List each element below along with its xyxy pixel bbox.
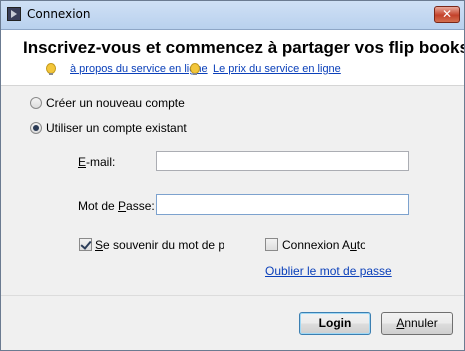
email-input[interactable] <box>156 151 409 171</box>
create-account-label[interactable]: Créer un nouveau compte <box>46 96 185 110</box>
login-dialog: Connexion ✕ Inscrivez-vous et commencez … <box>0 0 465 351</box>
lightbulb-icon <box>190 63 200 75</box>
cancel-text: nnuler <box>404 316 438 330</box>
existing-account-label[interactable]: Utiliser un compte existant <box>46 121 187 135</box>
password-label-text: asse: <box>126 199 155 213</box>
title-bar[interactable]: Connexion ✕ <box>1 1 464 30</box>
remember-password-label[interactable]: Se souvenir du mot de passe <box>95 238 224 252</box>
email-label-text: -mail: <box>86 155 116 169</box>
auto-login-label[interactable]: Connexion Automatique <box>282 238 365 252</box>
forgot-password-link[interactable]: Oublier le mot de passe <box>265 264 392 278</box>
password-label: Mot de Passe: <box>78 199 155 213</box>
auto-login-checkbox[interactable] <box>265 238 278 251</box>
password-input[interactable] <box>156 194 409 215</box>
create-account-radio[interactable] <box>30 97 42 109</box>
cancel-button[interactable]: Annuler <box>381 312 453 335</box>
header-banner: Inscrivez-vous et commencez à partager v… <box>1 30 464 86</box>
email-label-hotkey: E <box>78 155 87 169</box>
login-button[interactable]: Login <box>299 312 371 335</box>
close-button[interactable]: ✕ <box>434 6 460 23</box>
password-label-hotkey: P <box>118 199 127 213</box>
existing-account-radio[interactable] <box>30 122 42 134</box>
headline: Inscrivez-vous et commencez à partager v… <box>23 38 465 57</box>
window-title: Connexion <box>27 7 91 21</box>
auto-login-text: tomatique <box>356 238 365 252</box>
lightbulb-icon <box>46 63 56 75</box>
auto-login-prefix: Connexion A <box>282 238 351 252</box>
auto-login-hotkey: u <box>350 238 357 252</box>
footer-divider <box>1 295 464 296</box>
price-service-link[interactable]: Le prix du service en ligne <box>213 63 341 75</box>
password-label-prefix: Mot de <box>78 199 119 213</box>
close-icon: ✕ <box>441 7 453 21</box>
about-service-link[interactable]: à propos du service en ligne <box>70 63 208 75</box>
remember-text: e souvenir du mot de passe <box>103 238 224 252</box>
remember-password-checkbox[interactable] <box>79 238 92 251</box>
email-label: E-mail: <box>78 155 115 169</box>
app-icon <box>7 7 21 21</box>
remember-hotkey: S <box>95 238 104 252</box>
